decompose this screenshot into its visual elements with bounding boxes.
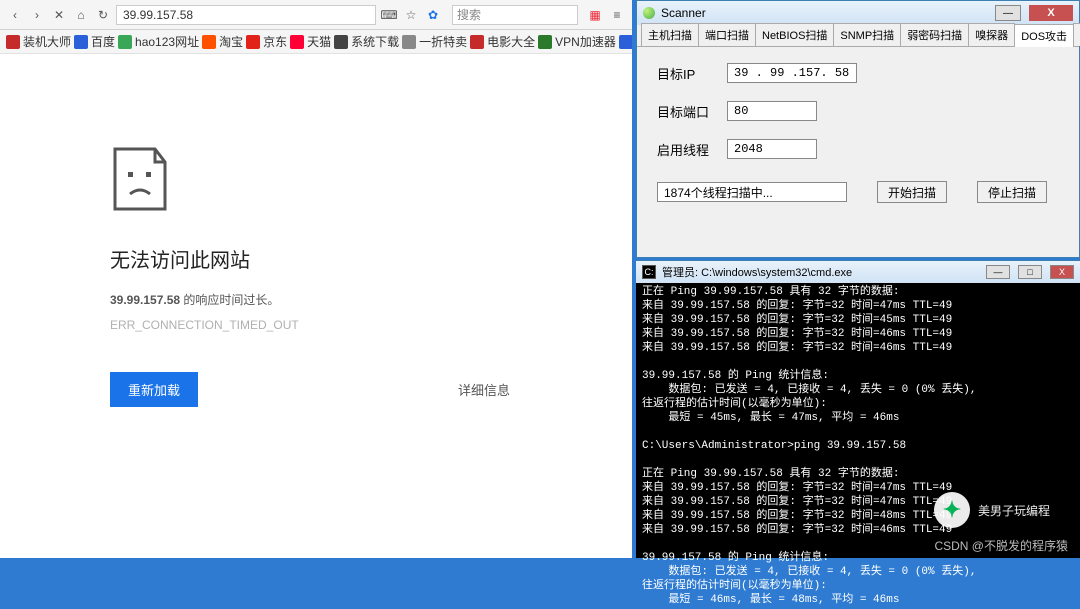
minimize-button[interactable]: — <box>995 5 1021 21</box>
scanner-title-text: Scanner <box>661 6 989 20</box>
paw-icon[interactable]: ✿ <box>424 6 442 24</box>
cmd-close-button[interactable]: X <box>1050 265 1074 279</box>
bookmark-favicon <box>202 35 216 49</box>
keyboard-icon[interactable]: ⌨ <box>380 6 398 24</box>
bookmark-label: VPN加速器 <box>555 33 616 50</box>
bookmark-favicon <box>470 35 484 49</box>
bookmark-label: 百度 <box>91 33 115 50</box>
bookmark-favicon <box>246 35 260 49</box>
target-port-label: 目标端口 <box>657 102 727 121</box>
target-ip-label: 目标IP <box>657 64 727 83</box>
scanner-tabs: 主机扫描端口扫描NetBIOS扫描SNMP扫描弱密码扫描嗅探器DOS攻击注入检测… <box>637 25 1079 47</box>
bookmark-label: 电影大全 <box>487 33 535 50</box>
error-sub-suffix: 的响应时间过长。 <box>180 293 279 307</box>
scanner-tab[interactable]: NetBIOS扫描 <box>755 23 834 46</box>
home-icon[interactable]: ⌂ <box>72 6 90 24</box>
bookmark-item[interactable]: 淘宝 <box>202 33 243 50</box>
bookmark-favicon <box>619 35 632 49</box>
bookmark-favicon <box>538 35 552 49</box>
bookmark-favicon <box>6 35 20 49</box>
error-subtitle: 39.99.157.58 的响应时间过长。 <box>110 291 632 308</box>
bookmark-item[interactable]: 驱动精灵 <box>619 33 632 50</box>
stop-icon[interactable]: ✕ <box>50 6 68 24</box>
wechat-watermark: ✦ 美男子玩编程 <box>934 492 1050 528</box>
scanner-titlebar: Scanner — X <box>637 1 1079 25</box>
cmd-icon: C: <box>642 265 656 279</box>
csdn-watermark: CSDN @不脱发的程序猿 <box>934 537 1068 554</box>
error-code: ERR_CONNECTION_TIMED_OUT <box>110 318 632 332</box>
scanner-tab[interactable]: 弱密码扫描 <box>900 23 969 46</box>
cmd-minimize-button[interactable]: — <box>986 265 1010 279</box>
search-placeholder: 搜索 <box>457 6 481 23</box>
bookmark-item[interactable]: hao123网址 <box>118 33 199 50</box>
watermark-text: 美男子玩编程 <box>978 502 1050 519</box>
browser-right-icons: ▦ ≡ <box>586 6 626 24</box>
reload-icon[interactable]: ↻ <box>94 6 112 24</box>
bookmark-label: 一折特卖 <box>419 33 467 50</box>
scanner-window: Scanner — X 主机扫描端口扫描NetBIOS扫描SNMP扫描弱密码扫描… <box>636 0 1080 258</box>
scanner-app-icon <box>643 7 655 19</box>
star-icon[interactable]: ☆ <box>402 6 420 24</box>
browser-window: ‹ › ✕ ⌂ ↻ 39.99.157.58 ⌨ ☆ ✿ 搜索 ▦ ≡ 装机大师… <box>0 0 632 558</box>
bookmark-label: 系统下载 <box>351 33 399 50</box>
bookmark-favicon <box>74 35 88 49</box>
address-text: 39.99.157.58 <box>123 8 193 22</box>
bookmarks-bar: 装机大师 百度 hao123网址 淘宝 京东 天猫 系统下载 一折特卖 电影大全 VPN加速器驱动… <box>0 30 632 54</box>
scanner-tab[interactable]: 嗅探器 <box>968 23 1015 46</box>
error-host: 39.99.157.58 <box>110 293 180 307</box>
bookmark-item[interactable]: 天猫 <box>290 33 331 50</box>
address-bar[interactable]: 39.99.157.58 <box>116 5 376 25</box>
bookmark-label: 京东 <box>263 33 287 50</box>
bookmark-item[interactable]: 电影大全 <box>470 33 535 50</box>
cmd-maximize-button[interactable]: □ <box>1018 265 1042 279</box>
bookmark-label: 淘宝 <box>219 33 243 50</box>
bookmark-favicon <box>402 35 416 49</box>
bookmark-item[interactable]: 系统下载 <box>334 33 399 50</box>
forward-button[interactable]: › <box>28 6 46 24</box>
bookmark-item[interactable]: VPN加速器 <box>538 33 616 50</box>
wechat-icon: ✦ <box>934 492 970 528</box>
browser-toolbar: ‹ › ✕ ⌂ ↻ 39.99.157.58 ⌨ ☆ ✿ 搜索 ▦ ≡ <box>0 0 632 30</box>
sad-page-icon <box>110 144 170 214</box>
threads-input[interactable] <box>727 139 817 159</box>
bookmark-label: 天猫 <box>307 33 331 50</box>
threads-label: 启用线程 <box>657 140 727 159</box>
scanner-tab[interactable]: 端口扫描 <box>698 23 756 46</box>
menu-icon[interactable]: ≡ <box>608 6 626 24</box>
scanner-panel: 目标IP 目标端口 启用线程 1874个线程扫描中... 开始扫描 停止扫描 <box>637 47 1079 219</box>
bookmark-label: 装机大师 <box>23 33 71 50</box>
error-title: 无法访问此网站 <box>110 244 632 273</box>
stop-scan-button[interactable]: 停止扫描 <box>977 181 1047 203</box>
details-button[interactable]: 详细信息 <box>458 380 510 399</box>
scanner-tab[interactable]: 主机扫描 <box>641 23 699 46</box>
scanner-tab[interactable]: SNMP扫描 <box>833 23 901 46</box>
scanner-tab[interactable]: 注入检测 <box>1073 23 1080 46</box>
bookmark-favicon <box>118 35 132 49</box>
bookmark-favicon <box>290 35 304 49</box>
cmd-titlebar: C: 管理员: C:\windows\system32\cmd.exe — □ … <box>636 261 1080 283</box>
scan-status: 1874个线程扫描中... <box>657 182 847 202</box>
start-scan-button[interactable]: 开始扫描 <box>877 181 947 203</box>
cmd-output: 正在 Ping 39.99.157.58 具有 32 字节的数据: 来自 39.… <box>636 283 1080 609</box>
close-button[interactable]: X <box>1029 5 1073 21</box>
bookmark-item[interactable]: 百度 <box>74 33 115 50</box>
bookmark-label: hao123网址 <box>135 33 199 50</box>
target-ip-input[interactable] <box>727 63 857 83</box>
bookmark-item[interactable]: 京东 <box>246 33 287 50</box>
back-button[interactable]: ‹ <box>6 6 24 24</box>
cmd-title-text: 管理员: C:\windows\system32\cmd.exe <box>662 264 978 280</box>
grid-icon[interactable]: ▦ <box>586 6 604 24</box>
scanner-tab[interactable]: DOS攻击 <box>1014 24 1074 47</box>
target-port-input[interactable] <box>727 101 817 121</box>
bookmark-favicon <box>334 35 348 49</box>
bookmark-item[interactable]: 一折特卖 <box>402 33 467 50</box>
reload-button[interactable]: 重新加载 <box>110 372 198 407</box>
error-page: 无法访问此网站 39.99.157.58 的响应时间过长。 ERR_CONNEC… <box>0 54 632 407</box>
search-box[interactable]: 搜索 <box>452 5 578 25</box>
bookmark-item[interactable]: 装机大师 <box>6 33 71 50</box>
